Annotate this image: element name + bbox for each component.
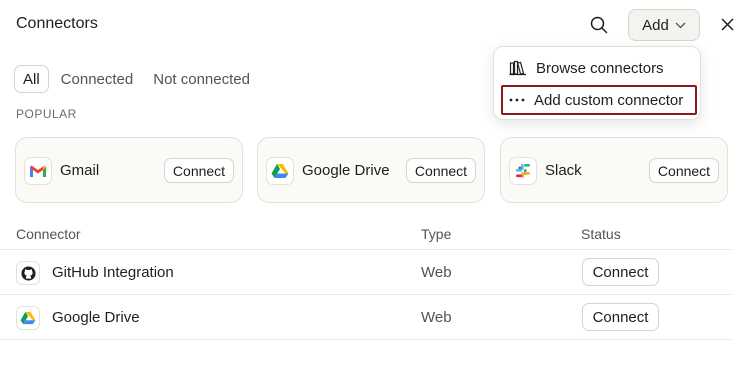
gmail-icon [24,157,52,185]
connect-button-slack[interactable]: Connect [649,158,719,183]
connector-type: Web [421,309,452,326]
column-header-status: Status [581,226,621,242]
table-row: GitHub Integration Web Connect [0,250,731,295]
menu-item-label: Browse connectors [536,59,664,77]
connect-button-github[interactable]: Connect [582,258,659,286]
card-name: Gmail [60,162,100,179]
connect-button-google-drive-row[interactable]: Connect [582,303,659,331]
library-icon [509,60,526,76]
slack-icon [509,157,537,185]
column-header-type: Type [421,226,452,242]
search-icon [590,16,608,34]
connect-button-google-drive[interactable]: Connect [406,158,476,183]
connect-button-gmail[interactable]: Connect [164,158,234,183]
tab-connected[interactable]: Connected [53,65,142,93]
card-name: Google Drive [302,162,390,179]
tab-not-connected[interactable]: Not connected [145,65,258,93]
add-button[interactable]: Add [628,9,700,41]
connector-card-google-drive: Google Drive Connect [257,137,485,203]
table-row: Google Drive Web Connect [0,295,731,340]
menu-item-label: Add custom connector [534,91,684,109]
connector-card-slack: Slack Connect [500,137,728,203]
search-button[interactable] [586,12,612,38]
page-title: Connectors [16,15,98,32]
card-name: Slack [545,162,582,179]
chevron-down-icon [675,22,686,28]
connector-name: GitHub Integration [52,264,174,281]
filter-tabs: All Connected Not connected [14,65,258,93]
column-header-connector: Connector [16,226,81,242]
add-button-label: Add [642,16,669,34]
tab-all[interactable]: All [14,65,49,93]
connector-name: Google Drive [52,309,140,326]
add-dropdown-menu: Browse connectors Add custom connector [493,46,701,120]
close-button[interactable] [716,13,738,35]
popular-section-label: POPULAR [16,107,77,121]
close-icon [720,17,734,31]
connector-card-gmail: Gmail Connect [15,137,243,203]
ellipsis-icon [509,98,525,102]
table-header: Connector Type Status [0,220,731,250]
google-drive-icon [266,157,294,185]
connectors-table: Connector Type Status GitHub Integration… [0,220,731,340]
menu-item-add-custom-connector[interactable]: Add custom connector [501,85,697,115]
google-drive-icon [16,306,40,330]
github-icon [16,261,40,285]
menu-item-browse-connectors[interactable]: Browse connectors [501,53,697,83]
connector-type: Web [421,264,452,281]
